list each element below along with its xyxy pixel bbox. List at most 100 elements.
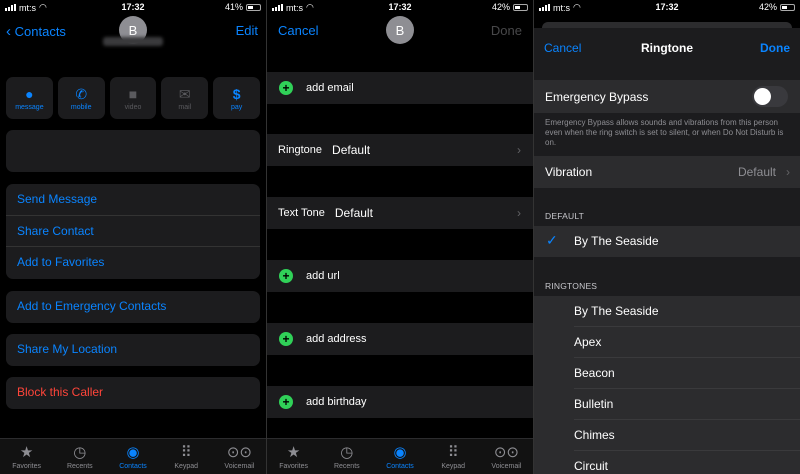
- contact-actions-group: Send Message Share Contact Add to Favori…: [6, 184, 260, 279]
- clock-icon: ◷: [340, 443, 354, 461]
- video-icon: ■: [128, 85, 138, 102]
- text-tone-row[interactable]: Text Tone Default ›: [267, 197, 533, 229]
- done-button[interactable]: Done: [760, 41, 790, 55]
- done-button[interactable]: Done: [491, 23, 522, 38]
- tab-recents[interactable]: ◷ Recents: [320, 439, 373, 474]
- ringtone-item[interactable]: Bulletin: [534, 389, 800, 420]
- mail-icon: ✉: [178, 85, 191, 102]
- keypad-icon: ⠿: [180, 443, 192, 461]
- add-email-label: add email: [306, 82, 354, 94]
- tone-name: By The Seaside: [574, 234, 659, 248]
- tab-bar: ★ Favorites ◷ Recents ◉ Contacts ⠿ Keypad ⊙⊙…: [267, 438, 533, 474]
- share-location-button[interactable]: Share My Location: [6, 334, 260, 366]
- person-icon: ◉: [393, 443, 407, 461]
- ringtones-section-header: RINGTONES: [545, 281, 598, 291]
- clock-icon: ◷: [73, 443, 87, 461]
- emergency-bypass-label: Emergency Bypass: [545, 89, 649, 104]
- default-section-header: DEFAULT: [545, 211, 585, 221]
- mail-action[interactable]: ✉ mail: [161, 77, 209, 119]
- add-birthday-label: add birthday: [306, 396, 367, 408]
- text-tone-value: Default: [334, 206, 373, 220]
- checkmark-icon: ✓: [546, 232, 558, 248]
- sheet-header: Cancel Ringtone Done: [534, 28, 800, 70]
- plus-circle-icon: +: [279, 269, 293, 283]
- ringtone-row[interactable]: Ringtone Default ›: [267, 134, 533, 166]
- tab-voicemail[interactable]: ⊙⊙ Voicemail: [480, 439, 533, 474]
- emergency-bypass-toggle[interactable]: [752, 86, 788, 107]
- avatar[interactable]: B: [386, 16, 414, 44]
- ringtone-picker-screen: mt:s ◠ 17:32 42% Cancel Ringtone Done Em…: [534, 0, 800, 474]
- star-icon: ★: [19, 443, 34, 461]
- ringtone-item[interactable]: Circuit: [534, 451, 800, 474]
- pay-action[interactable]: $ pay: [213, 77, 260, 119]
- vibration-label: Vibration: [545, 165, 593, 179]
- add-address-label: add address: [306, 333, 367, 345]
- plus-circle-icon: +: [279, 395, 293, 409]
- voicemail-icon: ⊙⊙: [226, 443, 252, 461]
- tab-contacts[interactable]: ◉ Contacts: [373, 439, 426, 474]
- add-address-row[interactable]: + add address: [267, 323, 533, 355]
- tab-voicemail[interactable]: ⊙⊙ Voicemail: [213, 439, 266, 474]
- nav-bar: Cancel B Done: [267, 14, 533, 48]
- ringtone-item[interactable]: Beacon: [534, 358, 800, 389]
- tab-bar: ★ Favorites ◷ Recents ◉ Contacts ⠿ Keypad ⊙⊙…: [0, 438, 266, 474]
- cancel-button[interactable]: Cancel: [278, 23, 318, 38]
- add-url-row[interactable]: + add url: [267, 260, 533, 292]
- tab-favorites[interactable]: ★ Favorites: [267, 439, 320, 474]
- ringtone-value: Default: [332, 143, 371, 157]
- add-url-label: add url: [306, 270, 340, 282]
- battery-percent: 41%: [224, 2, 243, 12]
- dollar-icon: $: [232, 85, 241, 102]
- quick-actions: ● message ✆ mobile ■ video ✉ mail $ pay: [6, 77, 260, 119]
- default-tone-row[interactable]: ✓ By The Seaside: [534, 226, 800, 257]
- battery-percent: 42%: [758, 2, 777, 12]
- add-to-favorites-button[interactable]: Add to Favorites: [6, 247, 260, 279]
- notes-field[interactable]: [6, 130, 260, 172]
- battery-icon: [246, 3, 261, 11]
- contact-card-screen: mt:s ◠ 17:32 41% ‹ Contacts B Edit ● mes…: [0, 0, 266, 474]
- add-birthday-row[interactable]: + add birthday: [267, 386, 533, 418]
- video-action[interactable]: ■ video: [109, 77, 157, 119]
- message-action[interactable]: ● message: [6, 77, 53, 119]
- status-bar: mt:s ◠ 17:32 42%: [534, 0, 800, 14]
- status-bar: mt:s ◠ 17:32 41%: [0, 0, 266, 14]
- battery-icon: [513, 3, 528, 11]
- chevron-right-icon: ›: [786, 165, 790, 179]
- tab-keypad[interactable]: ⠿ Keypad: [427, 439, 480, 474]
- voicemail-icon: ⊙⊙: [493, 443, 519, 461]
- ringtone-label: Ringtone: [278, 144, 323, 156]
- contact-name-blurred: [103, 37, 163, 46]
- star-icon: ★: [286, 443, 301, 461]
- tab-favorites[interactable]: ★ Favorites: [0, 439, 53, 474]
- emergency-bypass-row: Emergency Bypass: [534, 80, 800, 113]
- emergency-bypass-note: Emergency Bypass allows sounds and vibra…: [545, 118, 784, 147]
- chevron-right-icon: ›: [517, 143, 521, 157]
- back-button[interactable]: ‹ Contacts: [6, 23, 66, 40]
- ringtone-item[interactable]: By The Seaside: [534, 296, 800, 327]
- tab-keypad[interactable]: ⠿ Keypad: [160, 439, 213, 474]
- add-emergency-contact-button[interactable]: Add to Emergency Contacts: [6, 291, 260, 323]
- plus-circle-icon: +: [279, 332, 293, 346]
- block-caller-button[interactable]: Block this Caller: [6, 377, 260, 409]
- send-message-button[interactable]: Send Message: [6, 184, 260, 216]
- mobile-action[interactable]: ✆ mobile: [57, 77, 105, 119]
- vibration-row[interactable]: Vibration Default ›: [534, 156, 800, 188]
- share-contact-button[interactable]: Share Contact: [6, 216, 260, 247]
- phone-icon: ✆: [75, 85, 88, 102]
- text-tone-label: Text Tone: [278, 207, 325, 219]
- battery-icon: [780, 3, 795, 11]
- person-icon: ◉: [126, 443, 140, 461]
- ringtone-item[interactable]: Apex: [534, 327, 800, 358]
- ringtone-item[interactable]: Chimes: [534, 420, 800, 451]
- tab-contacts[interactable]: ◉ Contacts: [106, 439, 159, 474]
- plus-circle-icon: +: [279, 81, 293, 95]
- edit-button[interactable]: Edit: [236, 23, 258, 38]
- vibration-value: Default: [737, 165, 776, 179]
- edit-contact-screen: mt:s ◠ 17:32 42% Cancel B Done + add ema…: [267, 0, 533, 474]
- tab-recents[interactable]: ◷ Recents: [53, 439, 106, 474]
- battery-percent: 42%: [491, 2, 510, 12]
- add-email-row[interactable]: + add email: [267, 72, 533, 104]
- keypad-icon: ⠿: [447, 443, 459, 461]
- chevron-left-icon: ‹: [6, 23, 11, 40]
- message-icon: ●: [25, 85, 34, 102]
